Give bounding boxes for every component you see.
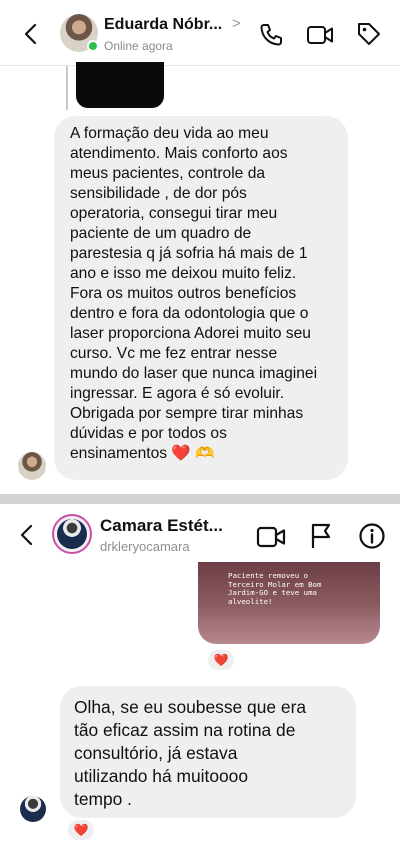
- received-message-bubble[interactable]: A formação deu vida ao meu atendimento. …: [54, 116, 348, 480]
- screenshot-divider: [0, 494, 400, 504]
- online-indicator: [87, 40, 99, 52]
- contact-name[interactable]: Eduarda Nóbr...: [104, 16, 222, 34]
- heart-reaction[interactable]: ❤️: [206, 648, 236, 672]
- contact-name[interactable]: Camara Estét...: [100, 516, 223, 536]
- chat-header: Camara Estét... drkleryocamara: [0, 504, 400, 566]
- info-icon[interactable]: [358, 522, 386, 550]
- replied-media-thumbnail[interactable]: [76, 62, 164, 108]
- online-status: Online agora: [104, 39, 173, 53]
- back-chevron-left-icon[interactable]: [20, 22, 44, 46]
- sender-avatar[interactable]: [20, 796, 46, 822]
- received-message-bubble[interactable]: Olha, se eu soubesse que era tão eficaz …: [60, 686, 356, 818]
- tag-icon[interactable]: [356, 21, 382, 47]
- video-camera-icon[interactable]: [256, 524, 286, 550]
- video-camera-icon[interactable]: [306, 22, 334, 48]
- reply-quote-line: [66, 66, 68, 110]
- contact-avatar[interactable]: [52, 514, 92, 554]
- media-caption: Paciente removeu o Terceiro Molar em Bom…: [228, 571, 322, 606]
- chat-screen-1: Eduarda Nóbr... > Online agora A formaçã…: [0, 0, 400, 494]
- flag-icon[interactable]: [309, 522, 333, 550]
- heart-reaction[interactable]: ❤️: [66, 818, 96, 842]
- phone-icon[interactable]: [258, 22, 284, 48]
- chat-header: Eduarda Nóbr... > Online agora: [0, 0, 400, 66]
- sender-avatar[interactable]: [18, 452, 46, 480]
- chevron-right-icon[interactable]: >: [232, 15, 241, 32]
- contact-handle: drkleryocamara: [100, 539, 190, 554]
- chat-screen-2: Camara Estét... drkleryocamara Paciente …: [0, 504, 400, 852]
- sent-media-image[interactable]: Paciente removeu o Terceiro Molar em Bom…: [198, 562, 380, 644]
- avatar-photo: [57, 519, 87, 549]
- back-chevron-left-icon[interactable]: [16, 523, 40, 547]
